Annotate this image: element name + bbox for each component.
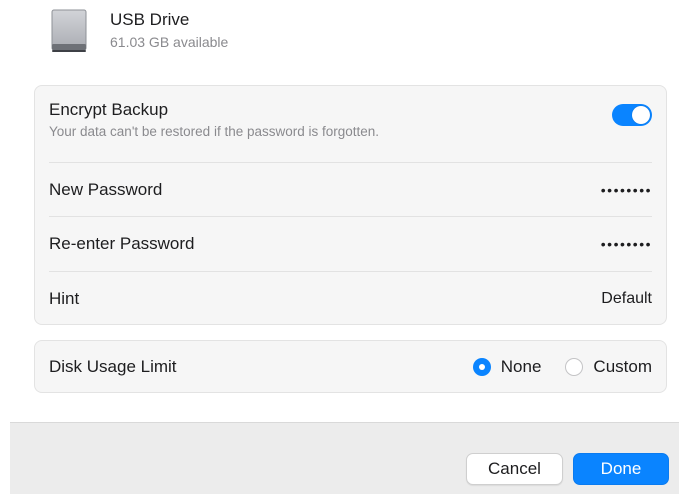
hint-label: Hint: [49, 288, 80, 308]
backup-settings-sheet: USB Drive 61.03 GB available Encrypt Bac…: [0, 0, 679, 494]
radio-label-none: None: [500, 356, 542, 376]
done-button[interactable]: Done: [573, 453, 669, 485]
radio-option-none[interactable]: None: [472, 356, 542, 377]
encrypt-backup-label: Encrypt Backup: [49, 100, 169, 119]
radio-unselected-icon: [565, 357, 584, 376]
radio-option-custom[interactable]: Custom: [565, 357, 652, 377]
encrypt-backup-description: Your data can't be restored if the passw…: [49, 124, 380, 139]
hint-row: Hint Default: [49, 272, 652, 325]
radio-selected-icon: [472, 357, 491, 376]
encryption-settings-group: Encrypt Backup Your data can't be restor…: [34, 85, 667, 325]
reenter-password-field[interactable]: ••••••••: [601, 236, 652, 252]
external-drive-icon: [51, 9, 87, 52]
new-password-row: New Password ••••••••: [49, 163, 652, 216]
new-password-field[interactable]: ••••••••: [601, 182, 652, 198]
disk-usage-radio-group: None Custom: [472, 356, 652, 377]
encrypt-backup-toggle[interactable]: [612, 104, 652, 126]
disk-usage-group: Disk Usage Limit None Custom: [34, 340, 667, 393]
radio-label-custom: Custom: [593, 356, 652, 376]
disk-usage-row: Disk Usage Limit None Custom: [49, 341, 652, 392]
encrypt-backup-row: Encrypt Backup Your data can't be restor…: [49, 100, 652, 139]
disk-usage-label: Disk Usage Limit: [49, 356, 177, 376]
reenter-password-row: Re-enter Password ••••••••: [49, 217, 652, 271]
reenter-password-label: Re-enter Password: [49, 234, 195, 253]
encrypt-backup-text: Encrypt Backup Your data can't be restor…: [49, 100, 379, 139]
drive-info: USB Drive 61.03 GB available: [110, 8, 228, 51]
cancel-button[interactable]: Cancel: [466, 453, 563, 485]
drive-header: USB Drive 61.03 GB available: [50, 8, 228, 56]
sheet-footer: Cancel Done: [10, 422, 679, 494]
new-password-label: New Password: [49, 179, 163, 199]
drive-name: USB Drive: [110, 10, 190, 29]
toggle-knob: [632, 106, 650, 124]
hint-field[interactable]: Default: [601, 290, 652, 308]
drive-available-space: 61.03 GB available: [110, 34, 229, 50]
